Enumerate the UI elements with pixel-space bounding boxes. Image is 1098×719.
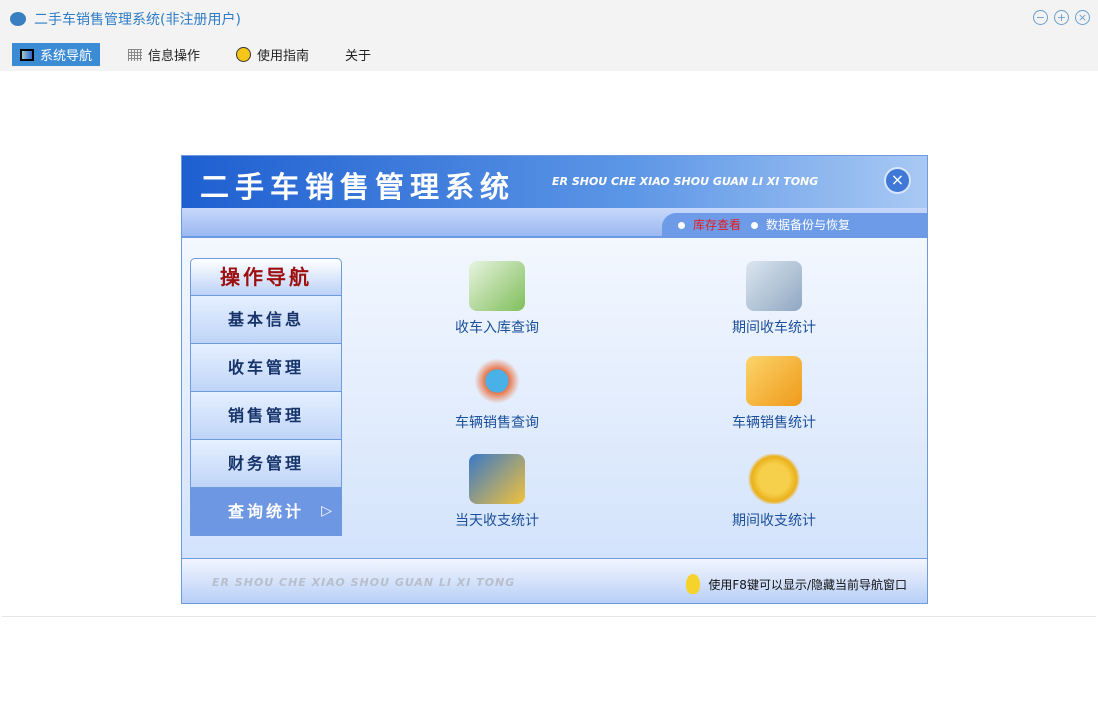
navigation-panel: 二手车销售管理系统 ER SHOU CHE XIAO SHOU GUAN LI …: [181, 155, 928, 604]
func-sales-query[interactable]: 车辆销售查询: [422, 356, 572, 432]
title-bar: 二手车销售管理系统(非注册用户) − + ×: [0, 0, 1098, 38]
tab-inventory[interactable]: 库存查看: [678, 216, 741, 233]
panel-subtitle: ER SHOU CHE XIAO SHOU GUAN LI XI TONG: [552, 175, 819, 188]
menu-label: 关于: [345, 49, 372, 64]
monitor-icon: [20, 48, 34, 61]
func-label: 收车入库查询: [455, 320, 539, 336]
coins-icon: [746, 454, 802, 504]
tab-band: 库存查看 数据备份与恢复: [182, 208, 927, 238]
func-label: 车辆销售统计: [732, 415, 816, 431]
window-title: 二手车销售管理系统(非注册用户): [34, 12, 241, 28]
func-label: 车辆销售查询: [455, 415, 539, 431]
panel-footer: ER SHOU CHE XIAO SHOU GUAN LI XI TONG 使用…: [182, 558, 927, 603]
menu-system-nav[interactable]: 系统导航: [12, 43, 101, 66]
func-sales-stats[interactable]: 车辆销售统计: [699, 356, 849, 432]
help-icon: [236, 47, 252, 62]
panel-title: 二手车销售管理系统: [200, 170, 516, 204]
nav-title: 操作导航: [190, 258, 342, 296]
func-purchase-query[interactable]: 收车入库查询: [422, 261, 572, 337]
magnifier-icon: [469, 356, 525, 406]
func-daily-income-stats[interactable]: 当天收支统计: [422, 454, 572, 530]
panel-close-button[interactable]: ×: [884, 167, 911, 194]
menu-guide[interactable]: 使用指南: [228, 43, 317, 66]
footer-tip: 使用F8键可以显示/隐藏当前导航窗口: [708, 577, 907, 592]
operation-nav: 操作导航 基本信息 收车管理 销售管理 财务管理 查询统计: [190, 258, 342, 536]
menu-label: 系统导航: [40, 49, 93, 64]
tab-label: 库存查看: [693, 218, 742, 232]
func-period-purchase-stats[interactable]: 期间收车统计: [699, 261, 849, 337]
lightbulb-icon: [686, 574, 701, 594]
grid-icon: [128, 48, 143, 61]
nav-item-query-stats[interactable]: 查询统计: [190, 488, 342, 536]
nav-item-finance[interactable]: 财务管理: [190, 440, 342, 488]
monitor-coins-icon: [469, 454, 525, 504]
nav-item-sales[interactable]: 销售管理: [190, 392, 342, 440]
menu-label: 使用指南: [257, 49, 310, 64]
app-logo-icon: [10, 12, 26, 26]
footer-subtitle: ER SHOU CHE XIAO SHOU GUAN LI XI TONG: [212, 576, 516, 589]
menu-about[interactable]: 关于: [337, 43, 379, 66]
nav-item-basic-info[interactable]: 基本信息: [190, 296, 342, 344]
tab-backup[interactable]: 数据备份与恢复: [751, 216, 850, 233]
minimize-button[interactable]: −: [1033, 10, 1048, 25]
func-label: 期间收支统计: [732, 513, 816, 529]
close-button[interactable]: ×: [1075, 10, 1090, 25]
menu-label: 信息操作: [148, 49, 201, 64]
func-period-income-stats[interactable]: 期间收支统计: [699, 454, 849, 530]
book-icon: [469, 261, 525, 311]
menu-bar: 系统导航 信息操作 使用指南 关于: [0, 38, 1098, 71]
panel-header: 二手车销售管理系统 ER SHOU CHE XIAO SHOU GUAN LI …: [182, 156, 927, 208]
folder-icon: [746, 261, 802, 311]
tab-label: 数据备份与恢复: [766, 218, 851, 232]
folder-pen-icon: [746, 356, 802, 406]
menu-info-ops[interactable]: 信息操作: [120, 43, 208, 66]
func-label: 当天收支统计: [455, 513, 539, 529]
nav-item-purchase[interactable]: 收车管理: [190, 344, 342, 392]
maximize-button[interactable]: +: [1054, 10, 1069, 25]
func-label: 期间收车统计: [732, 320, 816, 336]
